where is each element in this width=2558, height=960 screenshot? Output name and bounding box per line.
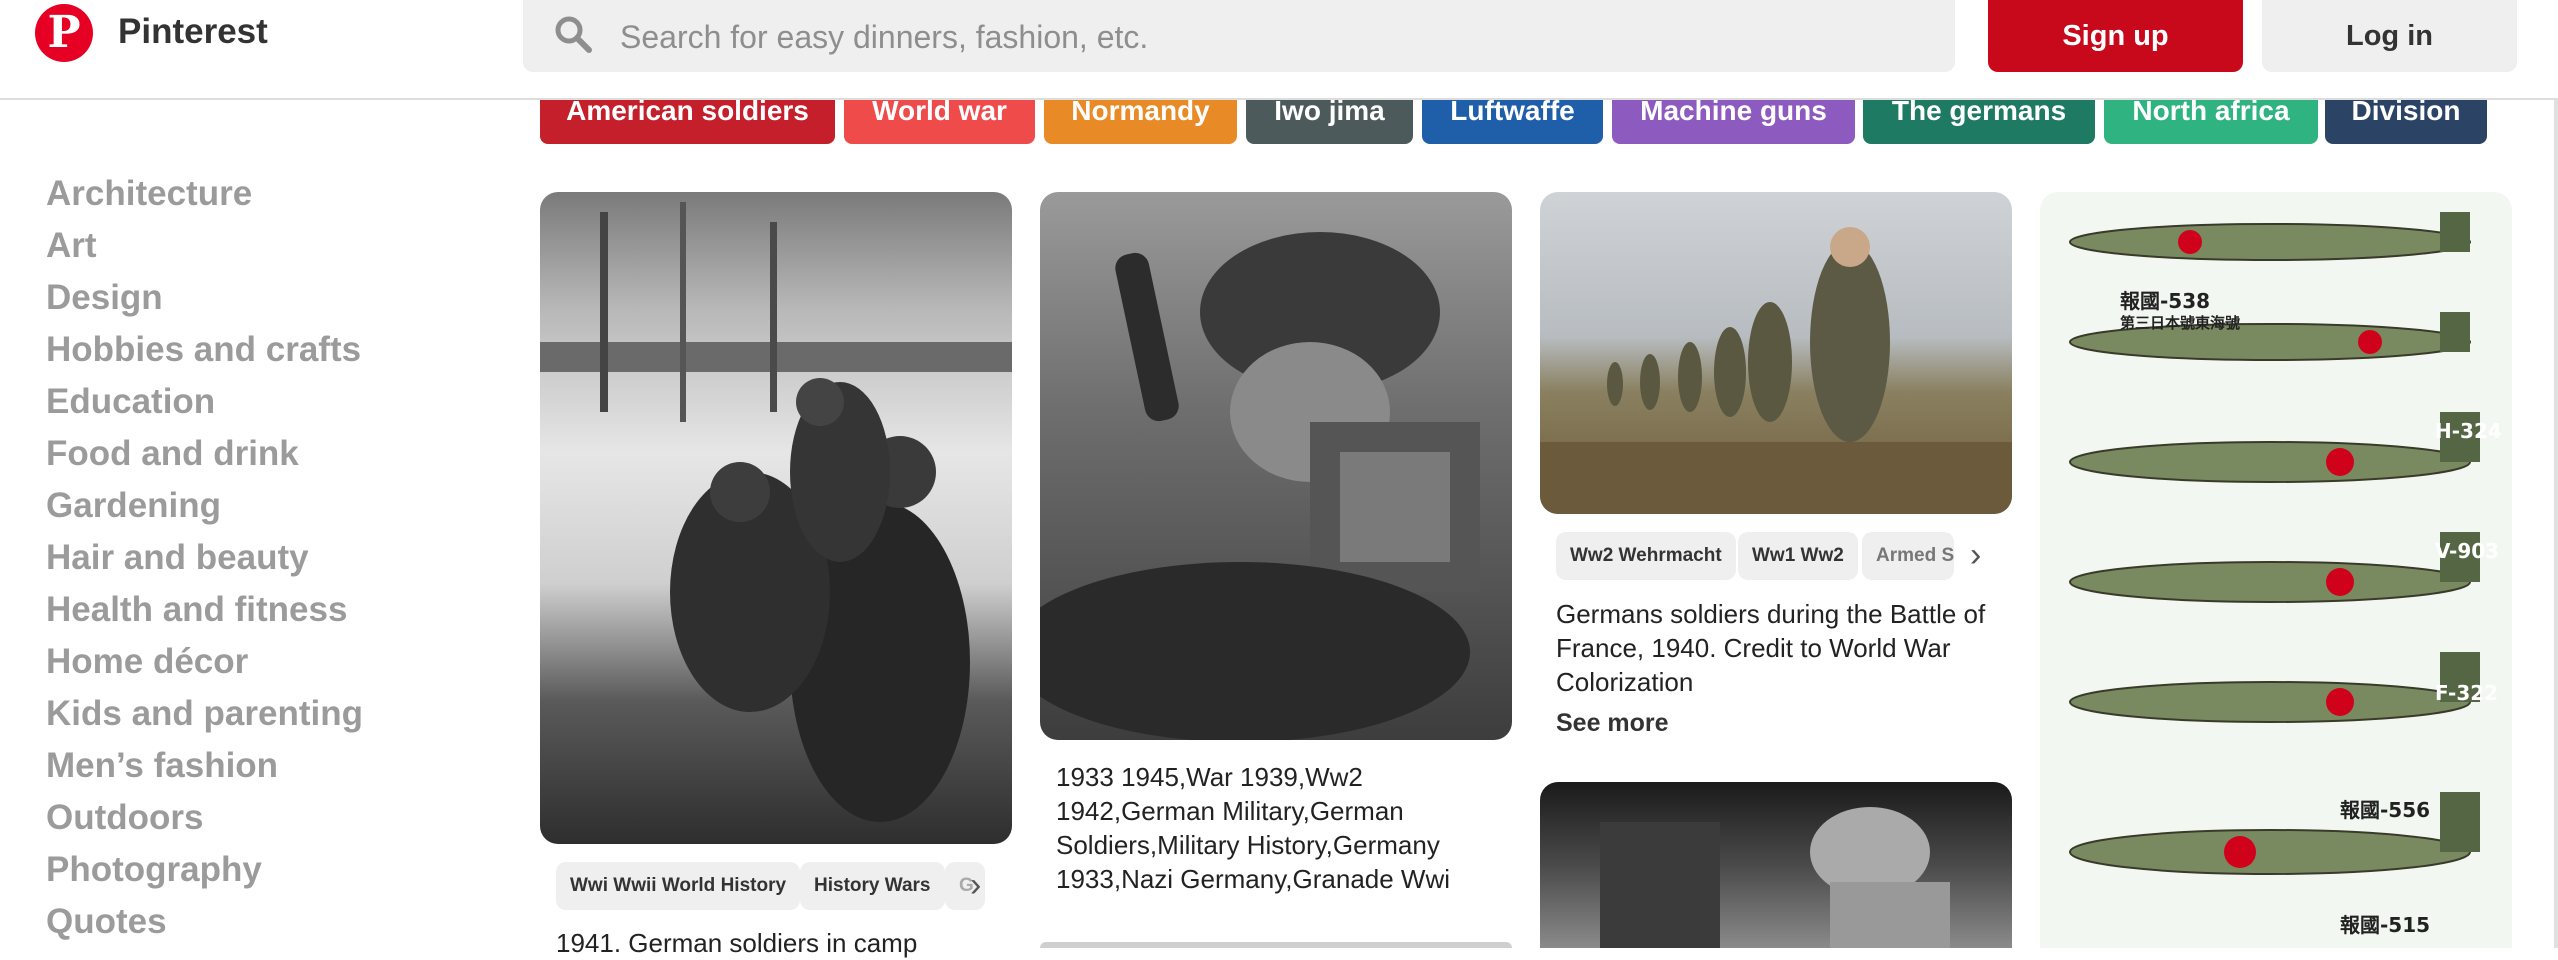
- pin-description[interactable]: 1933 1945,War 1939,Ww2 1942,German Milit…: [1056, 760, 1476, 896]
- photo-marching-soldiers: [1540, 227, 2012, 514]
- pin-description[interactable]: Germans soldiers during the Battle of Fr…: [1556, 597, 1996, 699]
- aircraft-label: H-324: [2435, 419, 2502, 443]
- photo-soldier-helmet: [1040, 232, 1480, 740]
- pin-image-germans-battle-of-france[interactable]: [1540, 192, 2012, 514]
- category-art[interactable]: Art: [46, 226, 97, 266]
- category-design[interactable]: Design: [46, 278, 163, 318]
- aircraft-label: F-322: [2435, 681, 2498, 705]
- brand-name[interactable]: Pinterest: [118, 12, 268, 52]
- photo-engine: [1600, 807, 1950, 948]
- tag-ww1-ww2[interactable]: Ww1 Ww2: [1738, 532, 1858, 580]
- signup-button[interactable]: Sign up: [1988, 0, 2243, 72]
- category-architecture[interactable]: Architecture: [46, 174, 252, 214]
- pin-description[interactable]: 1941. German soldiers in camp: [556, 926, 996, 960]
- search-bar[interactable]: [523, 0, 1955, 72]
- pinterest-logo-icon[interactable]: P: [35, 4, 93, 62]
- search-icon: [555, 16, 592, 53]
- see-more-link[interactable]: See more: [1556, 709, 1669, 738]
- category-mens-fashion[interactable]: Men’s fashion: [46, 746, 278, 786]
- category-quotes[interactable]: Quotes: [46, 902, 167, 942]
- chevron-right-icon[interactable]: ›: [970, 866, 981, 905]
- next-pin-image-top[interactable]: [1040, 942, 1512, 948]
- pin-image-soldiers-in-camp[interactable]: [540, 192, 1012, 844]
- tag-wwi-wwii-world-history[interactable]: Wwi Wwii World History: [556, 862, 801, 910]
- category-home-decor[interactable]: Home décor: [46, 642, 248, 682]
- chevron-right-icon[interactable]: ›: [1970, 536, 1981, 575]
- category-kids-and-parenting[interactable]: Kids and parenting: [46, 694, 363, 734]
- aircraft-label: V-903: [2435, 539, 2499, 563]
- category-photography[interactable]: Photography: [46, 850, 262, 890]
- tag-history-wars[interactable]: History Wars: [800, 862, 945, 910]
- category-gardening[interactable]: Gardening: [46, 486, 221, 526]
- pin-image-soldier-with-grenade[interactable]: [1040, 192, 1512, 740]
- category-health-and-fitness[interactable]: Health and fitness: [46, 590, 347, 630]
- aircraft-illustrations: 報國-538 第三日本號東海號 H-324 V-903 F-322 報國-556…: [2069, 212, 2502, 937]
- tag-ww2-wehrmacht[interactable]: Ww2 Wehrmacht: [1556, 532, 1736, 580]
- category-hair-and-beauty[interactable]: Hair and beauty: [46, 538, 309, 578]
- header: P Pinterest Sign up Log in: [0, 0, 2558, 100]
- tag-armed-se[interactable]: Armed Se: [1862, 532, 1954, 580]
- pin-image-japanese-aircraft-chart[interactable]: 報國-538 第三日本號東海號 H-324 V-903 F-322 報國-556…: [2040, 192, 2512, 948]
- login-button[interactable]: Log in: [2262, 0, 2517, 72]
- category-food-and-drink[interactable]: Food and drink: [46, 434, 299, 474]
- category-outdoors[interactable]: Outdoors: [46, 798, 203, 838]
- pin-image-machinery[interactable]: [1540, 782, 2012, 948]
- aircraft-label: 報國-556: [2340, 798, 2430, 822]
- aircraft-label: 報國-515: [2340, 913, 2430, 937]
- scrollbar[interactable]: [2554, 98, 2558, 948]
- category-education[interactable]: Education: [46, 382, 215, 422]
- category-hobbies-and-crafts[interactable]: Hobbies and crafts: [46, 330, 361, 370]
- aircraft-label: 報國-538: [2120, 289, 2210, 313]
- aircraft-label: 第三日本號東海號: [2120, 314, 2240, 332]
- photo-soldiers-in-snow: [540, 202, 1012, 822]
- search-input[interactable]: [618, 10, 1922, 64]
